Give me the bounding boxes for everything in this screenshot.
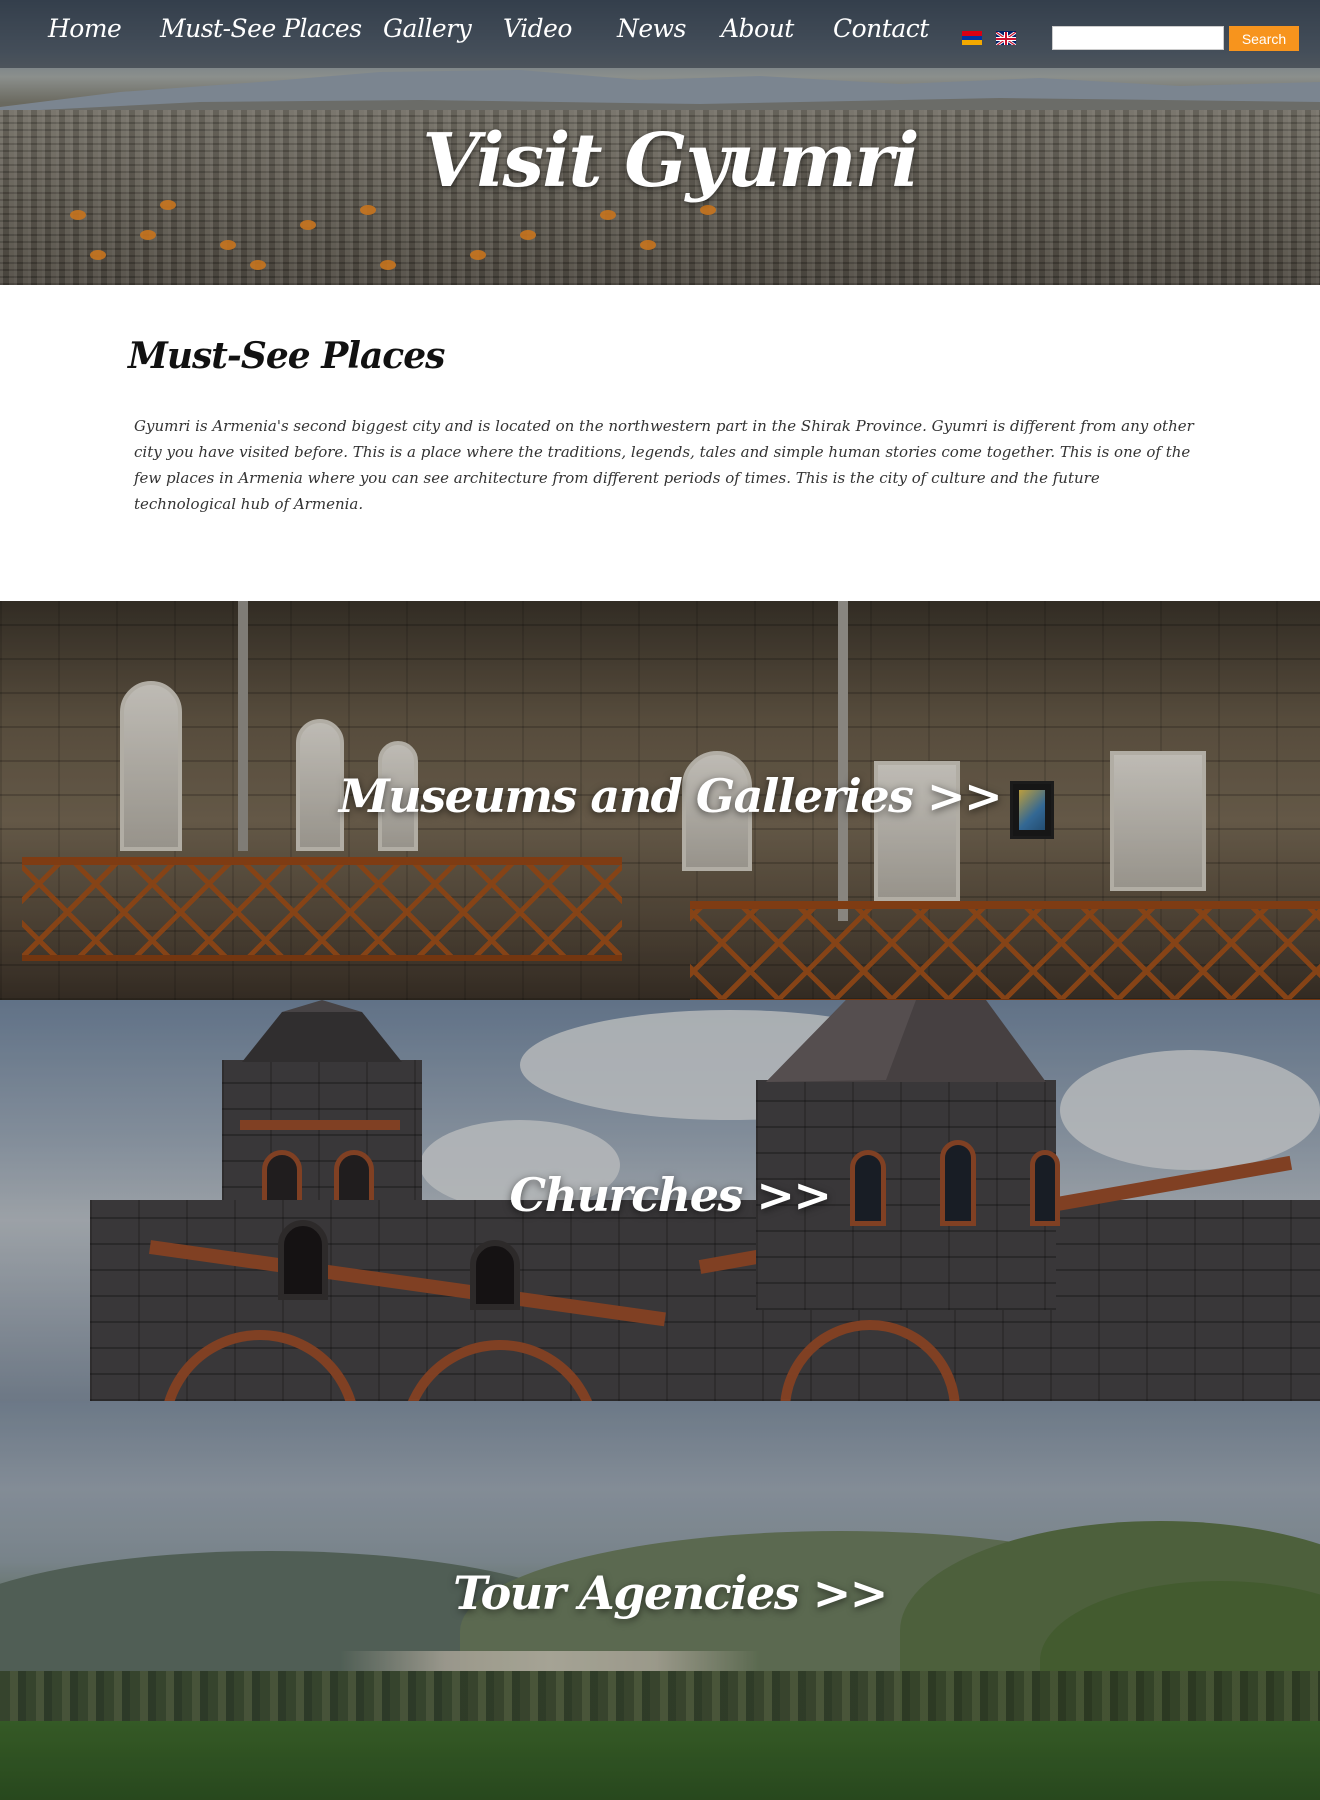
search-button[interactable]: Search xyxy=(1229,26,1299,51)
search-input[interactable] xyxy=(1052,26,1224,50)
museums-galleries-banner[interactable]: Museums and Galleries >> xyxy=(0,601,1320,1000)
hero-banner: Home Must-See Places Gallery Video News … xyxy=(0,0,1320,285)
tour-agencies-banner[interactable]: Tour Agencies >> xyxy=(0,1401,1320,1800)
nav-about[interactable]: About xyxy=(721,14,794,43)
hero-title: Visit Gyumri xyxy=(422,118,919,204)
nav-gallery[interactable]: Gallery xyxy=(383,14,472,43)
uk-flag-icon[interactable] xyxy=(996,31,1016,45)
museums-galleries-link[interactable]: Museums and Galleries >> xyxy=(0,769,1320,823)
armenian-flag-icon[interactable] xyxy=(962,31,982,45)
churches-link[interactable]: Churches >> xyxy=(0,1168,1320,1222)
nav-must-see-places[interactable]: Must-See Places xyxy=(160,14,362,43)
section-heading: Must-See Places xyxy=(128,335,445,377)
nav-home[interactable]: Home xyxy=(48,14,122,43)
nav-contact[interactable]: Contact xyxy=(833,14,929,43)
nav-news[interactable]: News xyxy=(617,14,686,43)
tour-agencies-link[interactable]: Tour Agencies >> xyxy=(0,1566,1320,1620)
nav-video[interactable]: Video xyxy=(503,14,572,43)
main-navigation: Home Must-See Places Gallery Video News … xyxy=(0,0,1320,68)
intro-section: Must-See Places Gyumri is Armenia's seco… xyxy=(0,285,1320,601)
churches-banner[interactable]: Churches >> xyxy=(0,1000,1320,1401)
intro-paragraph: Gyumri is Armenia's second biggest city … xyxy=(134,417,1194,513)
